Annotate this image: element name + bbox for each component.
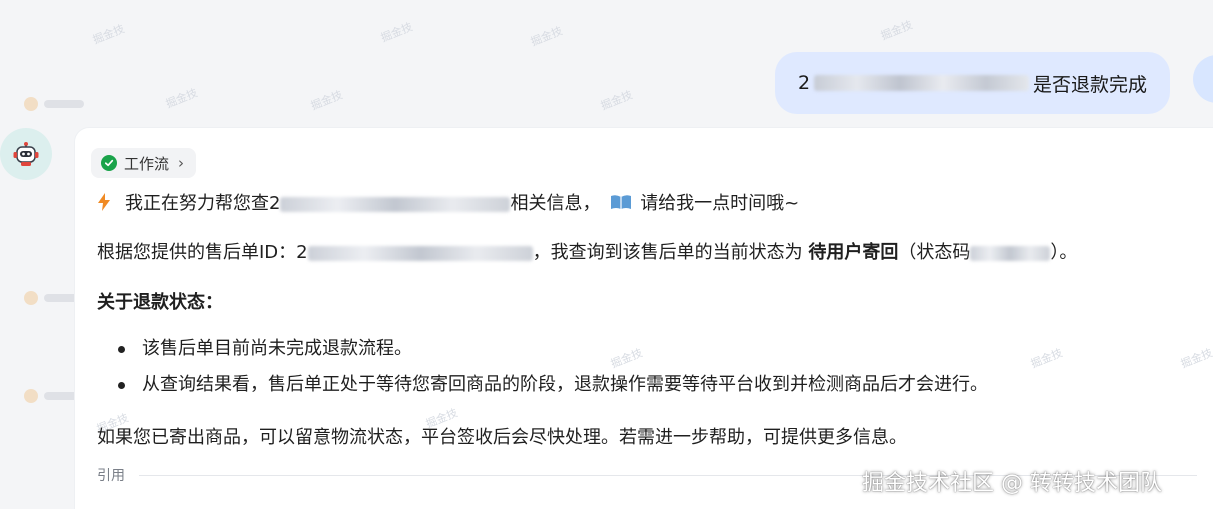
- status-line-prefix: 我正在努力帮您查2: [125, 193, 281, 214]
- workflow-label: 工作流: [124, 154, 170, 173]
- status-line-middle: 相关信息，: [510, 193, 601, 214]
- watermark-tile: 掘金技: [90, 22, 127, 47]
- watermark-tile: 掘金技: [163, 86, 200, 111]
- redacted-status-code: [970, 245, 1051, 261]
- redacted-order-id: [280, 196, 511, 212]
- closing-text: 如果您已寄出商品，可以留意物流状态，平台签收后会尽快处理。若需进一步帮助，可提供…: [97, 427, 907, 448]
- list-item-text: 从查询结果看，售后单正处于等待您寄回商品的阶段，退款操作需要等待平台收到并检测商…: [142, 374, 988, 395]
- lightning-icon: [98, 193, 110, 211]
- robot-icon: [13, 142, 39, 166]
- bot-message-card: [75, 128, 1213, 509]
- user-avatar: [1193, 55, 1213, 103]
- refund-status-list: 该售后单目前尚未完成退款流程。 从查询结果看，售后单正处于等待您寄回商品的阶段，…: [110, 335, 988, 407]
- user-message-suffix: 是否退款完成: [1033, 73, 1148, 96]
- sidebar-background: [0, 0, 84, 509]
- list-item: 从查询结果看，售后单正处于等待您寄回商品的阶段，退款操作需要等待平台收到并检测商…: [110, 371, 988, 407]
- watermark-tile: 掘金技: [308, 88, 345, 113]
- sidebar-ghost-item: [24, 96, 84, 112]
- list-item: 该售后单目前尚未完成退款流程。: [110, 335, 988, 371]
- redacted-order-id: [307, 245, 533, 261]
- source-watermark: 掘金技术社区 @ 转转技术团队: [862, 471, 1162, 496]
- user-message-bubble: 2 是否退款完成: [775, 52, 1170, 114]
- redacted-order-id: [814, 75, 1030, 91]
- watermark-tile: 掘金技: [598, 88, 635, 113]
- status-line-suffix: 请给我一点时间哦~: [640, 193, 800, 214]
- user-message-prefix: 2: [797, 72, 811, 94]
- section-heading: 关于退款状态：: [97, 292, 223, 313]
- check-circle-icon: [101, 155, 117, 171]
- answer-suffix-a: （状态码: [898, 242, 971, 263]
- workflow-toggle[interactable]: 工作流 ›: [91, 148, 197, 178]
- answer-middle: ，我查询到该售后单的当前状态为: [532, 242, 809, 263]
- status-line: 我正在努力帮您查2 相关信息， 请给我一点时间哦~: [97, 189, 799, 215]
- chevron-right-icon: ›: [178, 154, 185, 172]
- refund-status: 待用户寄回: [808, 242, 899, 263]
- watermark-tile: 掘金技: [528, 24, 565, 49]
- answer-prefix: 根据您提供的售后单ID：2: [97, 242, 308, 263]
- answer-line: 根据您提供的售后单ID：2 ，我查询到该售后单的当前状态为 待用户寄回（状态码 ）。: [97, 238, 1077, 264]
- answer-suffix-b: ）。: [1050, 242, 1078, 263]
- list-item-text: 该售后单目前尚未完成退款流程。: [142, 338, 412, 359]
- citation-label[interactable]: 引用: [97, 465, 125, 485]
- watermark-tile: 掘金技: [378, 20, 415, 45]
- open-book-icon: [611, 195, 632, 209]
- watermark-tile: 掘金技: [878, 18, 915, 43]
- bot-avatar: [0, 128, 52, 180]
